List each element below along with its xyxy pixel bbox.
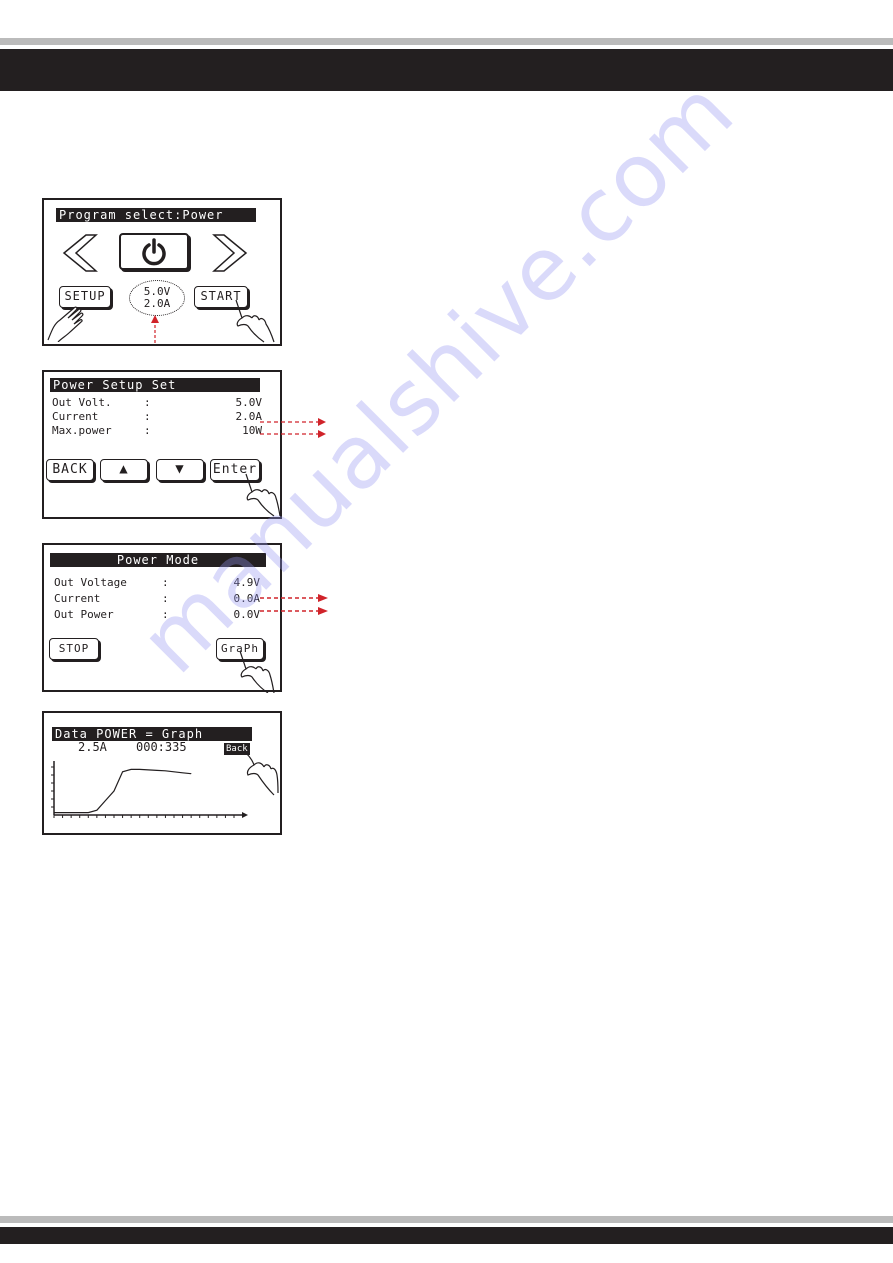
hand-pointer-icon: [239, 650, 275, 693]
row-label: Max.power: [52, 424, 112, 437]
footer-bar: [0, 1227, 893, 1244]
row-label: Current: [54, 592, 101, 605]
preview-values: 5.0V 2.0A: [129, 280, 185, 316]
x-axis-arrowhead-icon: [242, 812, 248, 818]
row-separator: :: [144, 410, 151, 423]
screen-title: Power Setup Set: [50, 378, 260, 392]
down-button[interactable]: ▼: [156, 459, 204, 481]
hand-pointer-icon: [235, 299, 275, 343]
chevron-left-icon: [62, 234, 98, 272]
arrowhead-icon: [318, 418, 326, 426]
header-rule: [0, 38, 893, 45]
power-mode-screen: Power Mode Out Voltage : 4.9V Current : …: [42, 543, 282, 693]
indicator-arrows: [260, 418, 326, 438]
arrowhead-icon: [318, 430, 326, 438]
out-voltage-value: 4.9V: [233, 576, 261, 589]
screen-title: Power Mode: [50, 553, 266, 567]
row-separator: :: [144, 424, 151, 437]
hand-pointer-icon: [47, 306, 84, 342]
time-readout: 000:335: [136, 740, 187, 754]
row-label: Current: [52, 410, 99, 423]
indicator-arrows: [260, 594, 328, 615]
header-bar: [0, 49, 893, 91]
up-arrow-icon: [151, 315, 159, 343]
row-separator: :: [162, 608, 169, 621]
chevron-right-icon: [212, 234, 248, 272]
power-button[interactable]: [119, 233, 189, 270]
stop-button[interactable]: STOP: [49, 638, 99, 660]
power-icon: [142, 238, 166, 266]
arrowhead-icon: [318, 607, 328, 615]
hand-pointer-icon: [243, 750, 279, 796]
power-setup-screen: Power Setup Set Out Volt. : 5.0V Current…: [42, 370, 282, 519]
prev-arrow-button[interactable]: [58, 233, 98, 273]
footer-rule: [0, 1216, 893, 1223]
screen-title: Program select:Power: [56, 208, 256, 222]
data-graph-screen: Data POWER = Graph 2.5A 000:335 Back: [42, 711, 282, 835]
row-label: Out Power: [54, 608, 114, 621]
hand-pointer-icon: [245, 473, 281, 517]
row-label: Out Voltage: [54, 576, 127, 589]
preview-current: 2.0A: [143, 297, 171, 310]
up-button[interactable]: ▲: [100, 459, 148, 481]
back-button[interactable]: BACK: [46, 459, 94, 481]
row-separator: :: [144, 396, 151, 409]
program-select-screen: Program select:Power SETUP 5.0V 2.0A STA…: [42, 198, 282, 346]
power-graph: [51, 761, 248, 818]
out-volt-value: 5.0V: [235, 396, 263, 409]
power-series-line: [54, 768, 192, 814]
arrowhead-icon: [318, 594, 328, 602]
out-power-value: 0.0V: [233, 608, 261, 621]
current-value: 0.0A: [233, 592, 261, 605]
next-arrow-button[interactable]: [212, 233, 252, 273]
row-label: Out Volt.: [52, 396, 112, 409]
current-readout: 2.5A: [78, 740, 107, 754]
screen-title: Data POWER = Graph: [52, 727, 252, 741]
row-separator: :: [162, 576, 169, 589]
row-separator: :: [162, 592, 169, 605]
